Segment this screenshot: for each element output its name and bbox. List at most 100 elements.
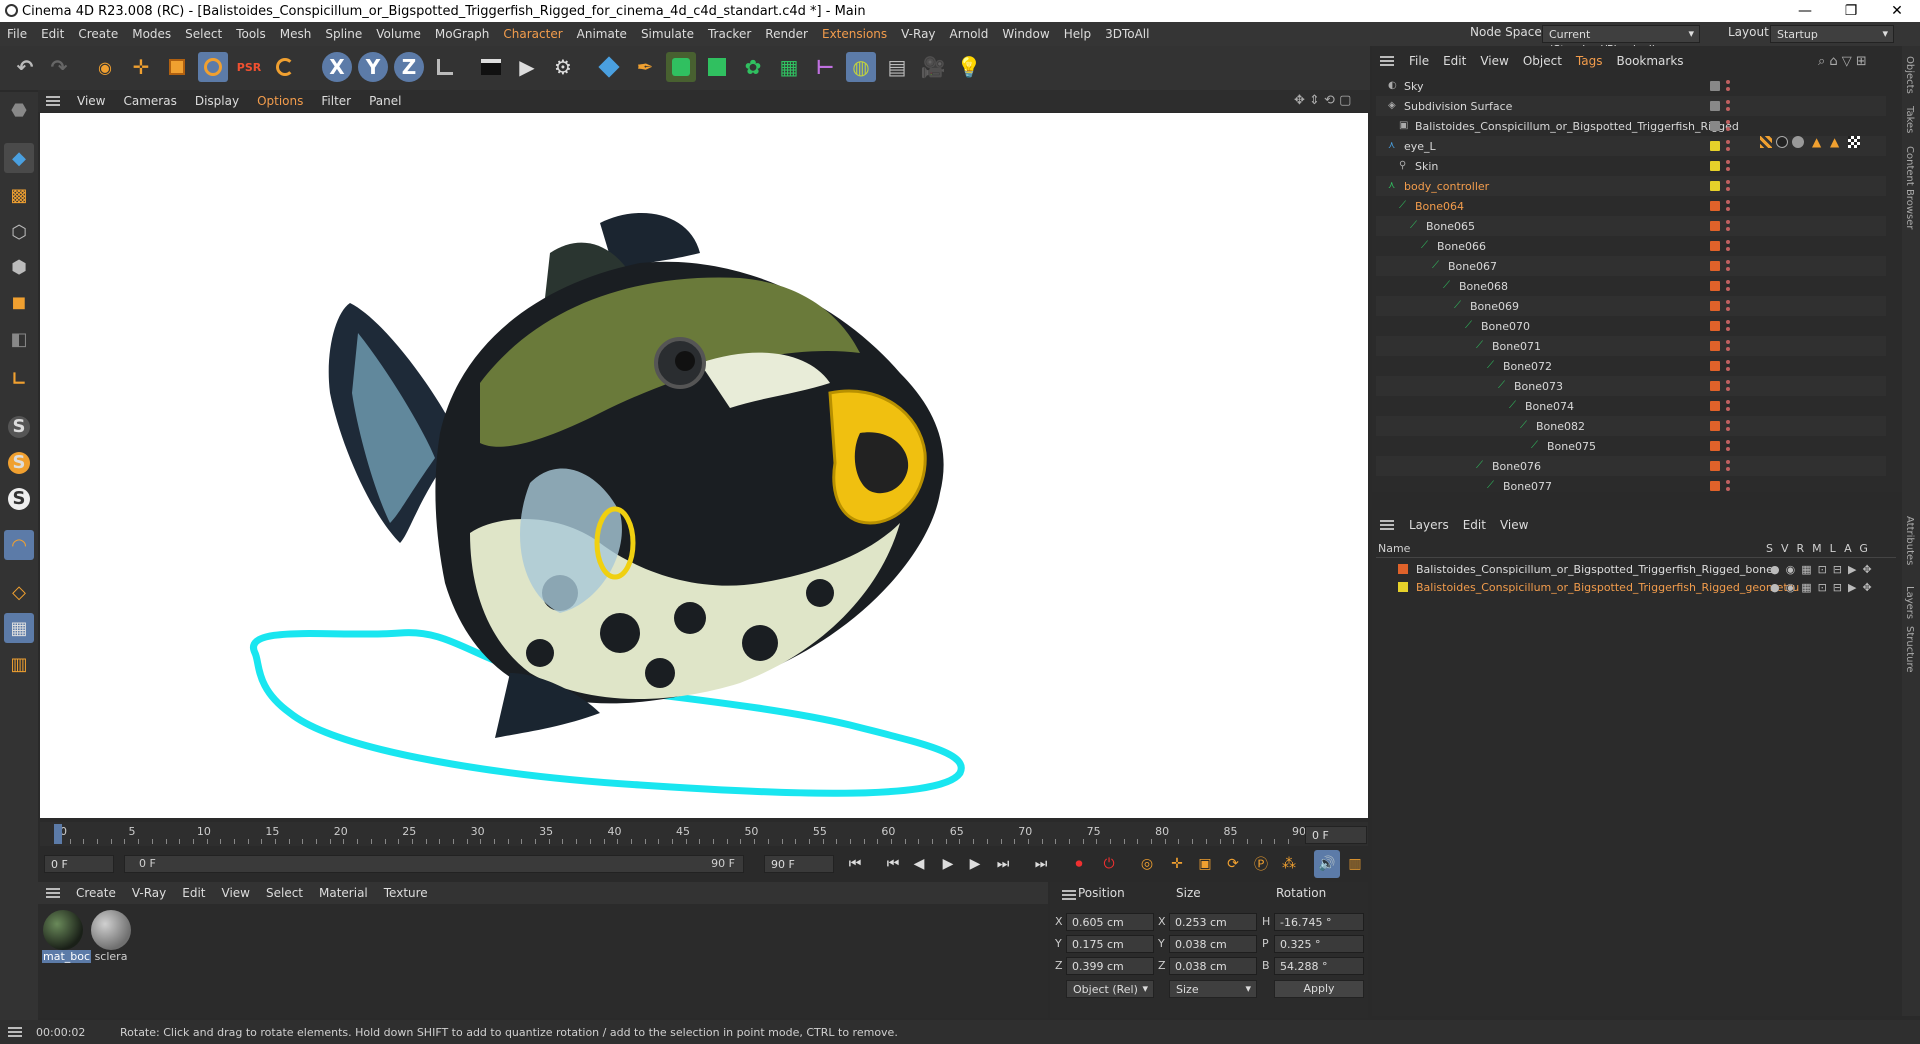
layer-color-tag[interactable] xyxy=(1710,281,1720,291)
status-menu-icon[interactable] xyxy=(8,1027,22,1037)
layer-color-tag[interactable] xyxy=(1710,121,1720,131)
undo-button[interactable]: ↶ xyxy=(10,52,40,82)
visibility-dots[interactable] xyxy=(1726,360,1730,372)
x-axis-button[interactable]: X xyxy=(322,52,352,82)
material-menu-material[interactable]: Material xyxy=(311,886,376,900)
object-row[interactable]: ⚲ Skin xyxy=(1376,156,1886,176)
previous-frame-button[interactable]: ◀ xyxy=(906,850,932,878)
object-row[interactable]: ⋏ body_controller xyxy=(1376,176,1886,196)
psr-button[interactable]: PSR xyxy=(234,52,264,82)
object-row[interactable]: ⟋ Bone076 xyxy=(1376,456,1886,476)
rotate-button[interactable] xyxy=(198,52,228,82)
material-menu-view[interactable]: View xyxy=(214,886,258,900)
key-scale-button[interactable]: ▣ xyxy=(1192,850,1218,878)
object-row[interactable]: ⟋ Bone065 xyxy=(1376,216,1886,236)
checker-tag-icon[interactable] xyxy=(1848,136,1860,148)
maximize-button[interactable]: ❐ xyxy=(1828,0,1874,22)
play-button[interactable]: ▶ xyxy=(935,850,961,878)
viewport-menu-view[interactable]: View xyxy=(68,94,114,108)
coordinate-mode-dropdown[interactable]: Object (Rel) xyxy=(1066,980,1154,998)
visibility-dots[interactable] xyxy=(1726,340,1730,352)
tab-takes[interactable]: Takes xyxy=(1904,106,1915,133)
layer-menu-view[interactable]: View xyxy=(1493,518,1535,532)
object-menu-bookmarks[interactable]: Bookmarks xyxy=(1610,54,1691,68)
y-axis-button[interactable]: Y xyxy=(358,52,388,82)
edges-mode-button[interactable]: ⬢ xyxy=(4,252,34,282)
tab-layers[interactable]: Layers xyxy=(1904,586,1915,619)
material-menu-texture[interactable]: Texture xyxy=(376,886,436,900)
end-frame-field[interactable]: 90 F xyxy=(764,855,834,873)
spline-button[interactable]: ◍ xyxy=(846,52,876,82)
visibility-dots[interactable] xyxy=(1726,480,1730,492)
scale-button[interactable] xyxy=(162,52,192,82)
layer-row[interactable]: Balistoides_Conspicillum_or_Bigspotted_T… xyxy=(1376,560,1896,578)
menu-mograph[interactable]: MoGraph xyxy=(428,27,497,41)
menu-file[interactable]: File xyxy=(0,27,34,41)
layer-color-tag[interactable] xyxy=(1710,101,1720,111)
menu-select[interactable]: Select xyxy=(178,27,229,41)
visibility-dots[interactable] xyxy=(1726,140,1730,152)
redo-button[interactable]: ↷ xyxy=(44,52,74,82)
tab-objects[interactable]: Objects xyxy=(1904,56,1915,94)
texture-tag-icon[interactable] xyxy=(1760,136,1772,148)
layer-color-tag[interactable] xyxy=(1710,321,1720,331)
layer-row[interactable]: Balistoides_Conspicillum_or_Bigspotted_T… xyxy=(1376,578,1896,596)
layer-flag-icons[interactable]: ●◉▦⊡⊟▶✥ xyxy=(1770,581,1878,594)
coordinates-menu-icon[interactable] xyxy=(1062,890,1076,900)
ik-tag-icon[interactable]: ▲ xyxy=(1830,136,1839,148)
visibility-dots[interactable] xyxy=(1726,420,1730,432)
menu-arnold[interactable]: Arnold xyxy=(943,27,996,41)
viewport-menu-cameras[interactable]: Cameras xyxy=(114,94,185,108)
visibility-dots[interactable] xyxy=(1726,80,1730,92)
rotation-h-field[interactable]: -16.745 ° xyxy=(1274,913,1364,931)
timeline-ruler[interactable]: 0 5 10 15 20 25 30 35 40 45 50 55 60 65 70 75 80 85 90 xyxy=(40,822,1368,846)
model-mode-button[interactable]: ◆ xyxy=(4,143,34,173)
visibility-dots[interactable] xyxy=(1726,200,1730,212)
size-z-field[interactable]: 0.038 cm xyxy=(1169,957,1257,975)
next-key-button[interactable]: ⏭ xyxy=(990,850,1016,878)
object-menu-icon[interactable] xyxy=(1380,56,1394,66)
camera-button[interactable]: 🎥 xyxy=(918,52,948,82)
tab-attributes[interactable]: Attributes xyxy=(1904,516,1915,565)
visibility-dots[interactable] xyxy=(1726,460,1730,472)
viewport-navigate-icons[interactable]: ✥ ⇕ ⟲ ▢ xyxy=(1294,93,1351,108)
layer-color-tag[interactable] xyxy=(1710,221,1720,231)
rotation-p-field[interactable]: 0.325 ° xyxy=(1274,935,1364,953)
go-to-end-button[interactable]: ⏭ xyxy=(1028,850,1054,878)
menu-edit[interactable]: Edit xyxy=(34,27,71,41)
object-menu-file[interactable]: File xyxy=(1402,54,1436,68)
object-menu-object[interactable]: Object xyxy=(1516,54,1569,68)
polygons-mode-button[interactable]: ◼ xyxy=(4,287,34,317)
rotation-b-field[interactable]: 54.288 ° xyxy=(1274,957,1364,975)
key-param-button[interactable]: Ⓟ xyxy=(1248,850,1274,878)
size-mode-dropdown[interactable]: Size xyxy=(1169,980,1257,998)
make-editable-button[interactable]: ⬣ xyxy=(4,95,34,125)
apply-button[interactable]: Apply xyxy=(1274,980,1364,998)
layer-menu-edit[interactable]: Edit xyxy=(1456,518,1493,532)
menu-help[interactable]: Help xyxy=(1057,27,1098,41)
material-swatch-sclera[interactable]: sclera xyxy=(90,910,132,964)
size-x-field[interactable]: 0.253 cm xyxy=(1169,913,1257,931)
layer-color-tag[interactable] xyxy=(1710,401,1720,411)
ik-tag-icon[interactable]: ▲ xyxy=(1812,136,1821,148)
tab-structure[interactable]: Structure xyxy=(1904,626,1915,673)
menu-window[interactable]: Window xyxy=(995,27,1056,41)
render-settings-button[interactable]: ⚙ xyxy=(548,52,578,82)
object-row[interactable]: ▣ Balistoides_Conspicillum_or_Bigspotted_… xyxy=(1376,116,1886,136)
material-menu-select[interactable]: Select xyxy=(258,886,311,900)
points-mode-button[interactable]: ⬡ xyxy=(4,217,34,247)
coordinate-system-button[interactable] xyxy=(430,52,460,82)
menu-render[interactable]: Render xyxy=(758,27,815,41)
layer-color-tag[interactable] xyxy=(1710,261,1720,271)
light-button[interactable]: 💡 xyxy=(954,52,984,82)
visibility-dots[interactable] xyxy=(1726,220,1730,232)
visibility-dots[interactable] xyxy=(1726,260,1730,272)
extrude-button[interactable] xyxy=(702,52,732,82)
visibility-dots[interactable] xyxy=(1726,180,1730,192)
render-view-button[interactable] xyxy=(476,52,506,82)
workplane-snap-button[interactable]: S xyxy=(4,484,34,514)
layer-menu-layers[interactable]: Layers xyxy=(1402,518,1456,532)
minimize-button[interactable]: — xyxy=(1782,0,1828,22)
key-position-button[interactable]: ✛ xyxy=(1164,850,1190,878)
menu-tools[interactable]: Tools xyxy=(229,27,273,41)
